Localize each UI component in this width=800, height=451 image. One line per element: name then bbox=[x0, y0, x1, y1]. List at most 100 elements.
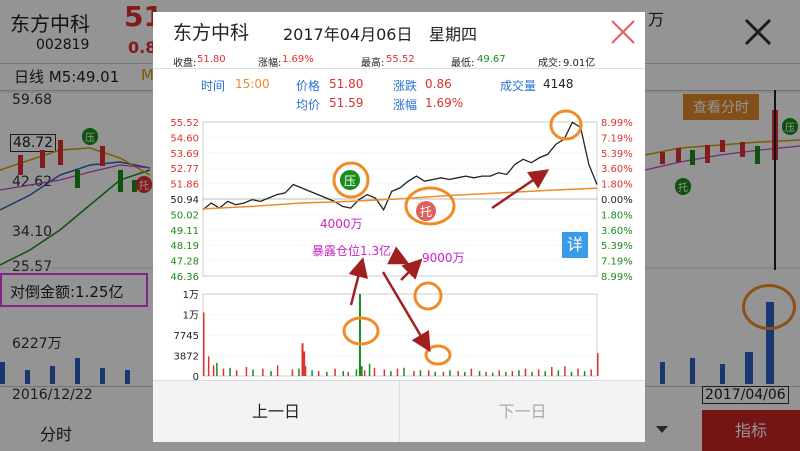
volume-y-tick: 0 bbox=[193, 372, 199, 380]
volume-bar-green bbox=[342, 371, 345, 376]
price-y-tick-right: 1.80% bbox=[601, 210, 633, 221]
diff-value: 0.86 bbox=[425, 77, 452, 91]
close-label: 收盘: bbox=[173, 58, 197, 69]
volume-bar-green bbox=[368, 363, 371, 376]
close-icon[interactable] bbox=[608, 17, 638, 47]
volume-bar-red bbox=[537, 369, 540, 376]
volume-bar-green bbox=[229, 367, 231, 376]
volume-bar-red bbox=[276, 365, 279, 376]
price-y-tick-right: 3.60% bbox=[601, 226, 633, 237]
volume-bar-green bbox=[419, 370, 422, 376]
volume-bar-green bbox=[570, 371, 573, 376]
volume-bar-green bbox=[270, 371, 272, 376]
volume-bar-red bbox=[597, 353, 599, 376]
price-y-tick-right: 0.00% bbox=[601, 195, 633, 206]
turnover-value: 9.01亿 bbox=[563, 58, 596, 69]
volume-bar-red bbox=[212, 365, 215, 376]
low-value: 49.67 bbox=[477, 54, 506, 65]
volume-bar-green bbox=[252, 369, 254, 376]
volume-bar-red bbox=[470, 368, 473, 376]
price-y-tick-left: 50.02 bbox=[170, 210, 199, 221]
price-y-tick-left: 47.28 bbox=[170, 257, 199, 268]
pct-label: 涨幅 bbox=[393, 98, 418, 112]
volume-bar-red bbox=[363, 370, 366, 376]
summary-divider bbox=[153, 68, 645, 69]
volume-bar-red bbox=[524, 368, 527, 376]
volume-bar-green bbox=[557, 370, 560, 376]
volume-bar-red bbox=[413, 371, 415, 376]
volume-spike-bar bbox=[360, 366, 363, 376]
volume-bar-green bbox=[216, 362, 218, 376]
price-y-tick-right: 7.19% bbox=[601, 257, 633, 268]
price-y-tick-left: 48.19 bbox=[170, 241, 199, 252]
volume-bar-green bbox=[464, 371, 466, 376]
volume-bar-green bbox=[505, 371, 507, 376]
intraday-volume-chart: 1万 1万 7745 3872 0 bbox=[174, 290, 599, 380]
button-bar: 上一日 下一日 bbox=[153, 380, 645, 442]
volume-bar-red bbox=[291, 369, 294, 376]
volume-bar-red bbox=[203, 312, 205, 376]
dialog-date: 2017年04月06日 bbox=[283, 25, 413, 44]
time-label: 时间 bbox=[201, 79, 226, 93]
price-y-tick-right: 8.99% bbox=[601, 118, 633, 129]
turnover-label: 成交: bbox=[538, 58, 562, 69]
price-y-tick-left: 55.52 bbox=[170, 118, 199, 129]
volume-bar-red bbox=[577, 368, 579, 376]
volume-bar-green bbox=[298, 368, 300, 376]
time-value: 15:00 bbox=[235, 77, 270, 91]
volume-bar-red bbox=[262, 368, 264, 376]
high-label: 最高: bbox=[361, 58, 385, 69]
avg-label: 均价 bbox=[296, 98, 321, 112]
next-day-button[interactable]: 下一日 bbox=[400, 381, 645, 442]
low-label: 最低: bbox=[451, 58, 475, 69]
volume-spike-bar bbox=[303, 351, 306, 376]
price-y-tick-left: 51.86 bbox=[170, 180, 199, 191]
detail-button[interactable]: 详 bbox=[562, 232, 588, 258]
price-y-tick-right: 3.60% bbox=[601, 164, 633, 175]
close-value: 51.80 bbox=[197, 54, 226, 65]
volume-bar-red bbox=[498, 370, 500, 376]
volume-bar-red bbox=[590, 369, 592, 376]
diff-label: 涨跌 bbox=[393, 79, 418, 93]
volume-bar-red bbox=[457, 371, 459, 376]
volume-bar-red bbox=[511, 371, 514, 376]
volume-bar-green bbox=[326, 371, 328, 376]
volume-bar-red bbox=[383, 369, 386, 376]
volume-y-tick: 1万 bbox=[183, 290, 199, 301]
price-y-tick-right: 8.99% bbox=[601, 272, 633, 282]
price-label: 价格 bbox=[296, 79, 321, 93]
volume-bar-red bbox=[551, 366, 553, 376]
summary-row: 收盘: 51.80 涨幅: 1.69% 最高: 55.52 最低: 49.67 … bbox=[153, 52, 645, 69]
volume-bar-green bbox=[531, 371, 533, 376]
day-detail-dialog: 东方中科 2017年04月06日 星期四 收盘: 51.80 涨幅: 1.69%… bbox=[153, 12, 645, 442]
volume-bar-red bbox=[373, 367, 376, 376]
price-y-tick-left: 52.77 bbox=[170, 164, 199, 175]
avg-value: 51.59 bbox=[329, 96, 364, 110]
volume-bar-red bbox=[317, 371, 320, 376]
volume-value: 4148 bbox=[543, 77, 574, 91]
dialog-title: 东方中科 bbox=[173, 22, 250, 44]
pct-value: 1.69% bbox=[425, 96, 464, 110]
volume-bar-green bbox=[403, 367, 405, 376]
price-y-tick-right: 7.19% bbox=[601, 133, 633, 144]
price-y-tick-left: 53.69 bbox=[170, 149, 199, 160]
price-y-tick-left: 50.94 bbox=[170, 195, 199, 206]
high-value: 55.52 bbox=[386, 54, 415, 65]
volume-spike-bar bbox=[358, 294, 361, 376]
price-y-tick-left: 46.36 bbox=[170, 272, 199, 282]
price-y-tick-right: 1.80% bbox=[601, 180, 633, 191]
volume-bar-red bbox=[235, 370, 238, 376]
volume-bar-red bbox=[245, 366, 248, 376]
price-value: 51.80 bbox=[329, 77, 364, 91]
volume-bar-green bbox=[478, 371, 481, 376]
volume-bar-green bbox=[583, 371, 586, 376]
volume-y-tick: 7745 bbox=[174, 331, 199, 342]
info-panel: 时间 15:00 价格 51.80 涨跌 0.86 成交量 4148 均价 51… bbox=[153, 72, 645, 112]
volume-bar-red bbox=[334, 368, 336, 376]
prev-day-button[interactable]: 上一日 bbox=[153, 381, 399, 442]
avg-price-line bbox=[202, 187, 598, 210]
volume-label: 成交量 bbox=[500, 79, 537, 93]
price-line bbox=[202, 121, 598, 212]
volume-bar-red bbox=[347, 371, 349, 376]
volume-bar-green bbox=[311, 370, 313, 376]
